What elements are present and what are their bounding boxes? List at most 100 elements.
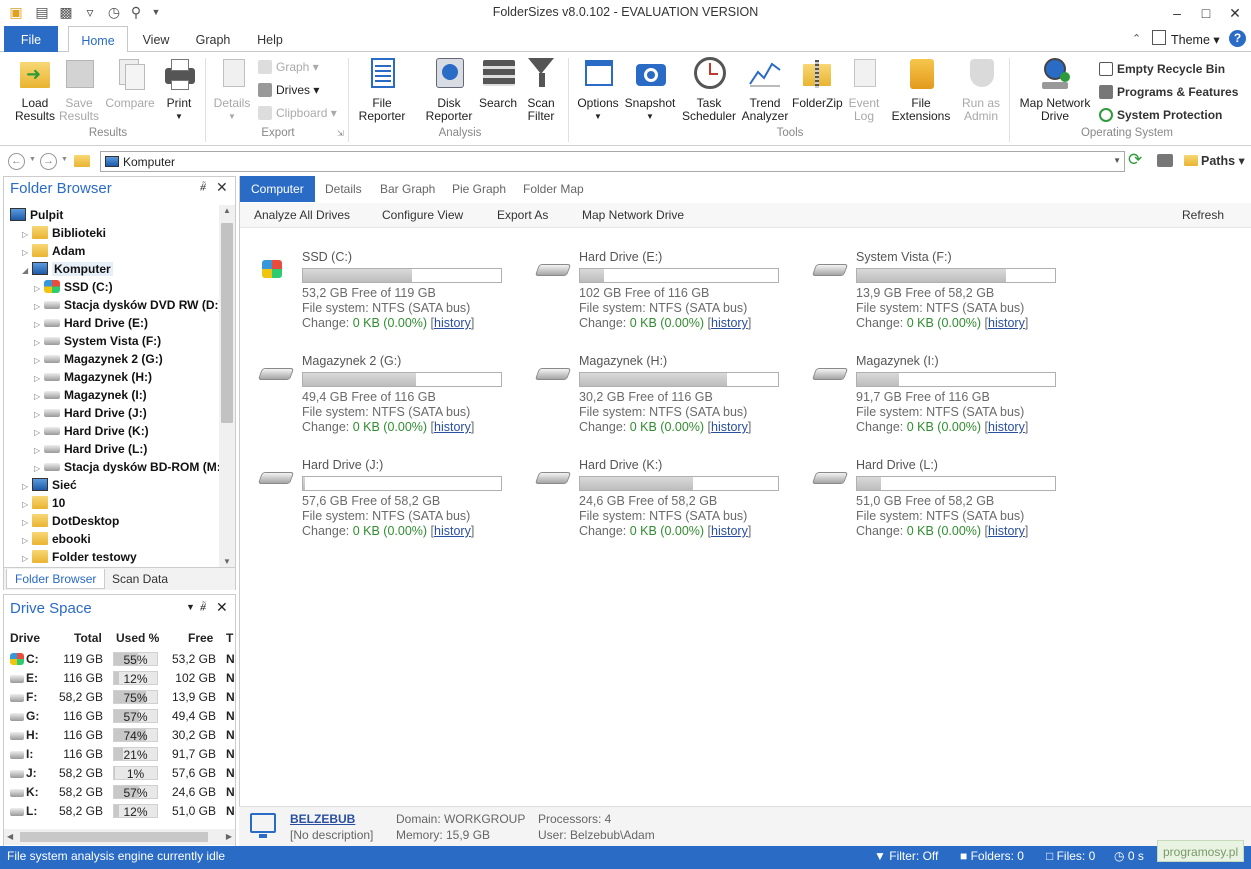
graph-export-button[interactable]: Graph ▾ <box>258 58 319 76</box>
history-link[interactable]: history <box>988 524 1025 538</box>
programs-features-button[interactable]: Programs & Features <box>1099 83 1238 101</box>
tree-item[interactable]: Pulpit <box>10 206 63 224</box>
maximize-button[interactable]: □ <box>1195 3 1217 23</box>
drive-card[interactable]: Magazynek (I:) 91,7 GB Free of 116 GB File… <box>811 354 1116 444</box>
scroll-left-icon[interactable]: ◀ <box>7 832 13 841</box>
panel-close-icon[interactable]: ✕ <box>216 599 228 616</box>
drive-space-row[interactable]: F: 58,2 GB 75% 13,9 GB N <box>8 688 235 706</box>
disk-reporter-button[interactable]: Disk Reporter <box>418 56 480 123</box>
expand-arrow-icon[interactable]: ◢ <box>22 262 32 280</box>
options-button[interactable]: Options ▼ <box>572 56 624 123</box>
file-reporter-button[interactable]: File Reporter <box>352 56 412 123</box>
tree-scrollbar[interactable]: ▲ ▼ <box>219 205 235 567</box>
tree-item[interactable]: ▷ 10 <box>22 494 65 512</box>
col-free[interactable]: Free <box>188 629 213 647</box>
run-as-admin-button[interactable]: Run as Admin <box>958 56 1004 123</box>
tree-item[interactable]: ▷ Hard Drive (K:) <box>34 422 149 440</box>
col-type[interactable]: T <box>226 629 233 647</box>
tab-graph[interactable]: Graph <box>188 26 238 52</box>
computer-name-link[interactable]: BELZEBUB <box>290 812 355 826</box>
tree-item[interactable]: ▷ Hard Drive (J:) <box>34 404 147 422</box>
panel-close-icon[interactable]: ✕ <box>216 179 228 196</box>
tree-item[interactable]: ▷ Magazynek (H:) <box>34 368 152 386</box>
collapse-ribbon-icon[interactable]: ⌃ <box>1132 32 1141 45</box>
up-folder-icon[interactable] <box>74 155 90 167</box>
snapshot-button[interactable]: Snapshot ▼ <box>624 56 676 123</box>
clipboard-export-button[interactable]: Clipboard ▾ <box>258 104 337 122</box>
refresh-icon[interactable]: ⟳ <box>1128 150 1142 170</box>
help-icon[interactable]: ? <box>1229 30 1246 47</box>
drive-card[interactable]: Magazynek (H:) 30,2 GB Free of 116 GB File… <box>534 354 839 444</box>
tree-item[interactable]: ▷ Stacja dysków DVD RW (D:) <box>34 296 219 314</box>
tree-item[interactable]: ▷ System Vista (F:) <box>34 332 161 350</box>
tree-item[interactable]: ▷ Stacja dysków BD-ROM (M:) <box>34 458 219 476</box>
forward-button[interactable]: → <box>40 153 57 170</box>
col-drive[interactable]: Drive <box>10 629 40 647</box>
scan-filter-button[interactable]: Scan Filter <box>520 56 562 123</box>
tree-item[interactable]: ▷ Hard Drive (E:) <box>34 314 148 332</box>
tree-item[interactable]: ▷ ebooki <box>22 530 91 548</box>
file-extensions-button[interactable]: File Extensions <box>888 56 954 123</box>
address-input[interactable]: Komputer ▼ <box>100 151 1125 172</box>
console-icon[interactable] <box>1157 154 1173 167</box>
tree-item[interactable]: ▷ Magazynek (I:) <box>34 386 147 404</box>
trend-analyzer-button[interactable]: Trend Analyzer <box>740 56 790 123</box>
tab-folder-map[interactable]: Folder Map <box>512 176 595 202</box>
back-button[interactable]: ← <box>8 153 25 170</box>
drive-name[interactable]: Magazynek (I:) <box>856 354 939 368</box>
export-launcher-icon[interactable]: ⇲ <box>337 129 344 138</box>
address-dropdown-icon[interactable]: ▼ <box>1113 156 1121 165</box>
tab-folder-browser[interactable]: Folder Browser <box>6 569 106 589</box>
tab-computer[interactable]: Computer <box>240 176 315 202</box>
pin-icon[interactable]: ⧤ <box>200 181 206 194</box>
tab-bar-graph[interactable]: Bar Graph <box>369 176 446 202</box>
drive-name[interactable]: Hard Drive (L:) <box>856 458 938 472</box>
forward-dropdown-icon[interactable]: ▼ <box>61 156 68 163</box>
scrollbar-thumb[interactable] <box>221 223 233 423</box>
drive-name[interactable]: Magazynek 2 (G:) <box>302 354 401 368</box>
tab-file[interactable]: File <box>4 26 58 52</box>
history-link[interactable]: history <box>434 524 471 538</box>
tree-item[interactable]: ▷ DotDesktop <box>22 512 119 530</box>
drive-space-row[interactable]: K: 58,2 GB 57% 24,6 GB N <box>8 783 235 801</box>
tree-item[interactable]: ▷ Sieć <box>22 476 77 494</box>
drive-name[interactable]: Magazynek (H:) <box>579 354 667 368</box>
scrollbar-thumb[interactable] <box>20 832 208 842</box>
history-link[interactable]: history <box>434 316 471 330</box>
search-button[interactable]: Search <box>476 56 520 110</box>
back-dropdown-icon[interactable]: ▼ <box>29 156 36 163</box>
history-link[interactable]: history <box>988 316 1025 330</box>
drive-space-row[interactable]: L: 58,2 GB 12% 51,0 GB N <box>8 802 235 820</box>
drive-name[interactable]: Hard Drive (J:) <box>302 458 383 472</box>
tree-item[interactable]: ▷ SSD (C:) <box>34 278 113 296</box>
expand-arrow-icon[interactable]: ▷ <box>22 550 32 567</box>
drives-export-button[interactable]: Drives ▾ <box>258 81 319 99</box>
minimize-button[interactable]: – <box>1166 3 1188 23</box>
refresh-button[interactable]: Refresh <box>1182 208 1224 222</box>
tree-item[interactable]: ▷ Folder testowy <box>22 548 137 566</box>
drive-name[interactable]: SSD (C:) <box>302 250 352 264</box>
paths-menu[interactable]: Paths ▾ <box>1184 153 1245 168</box>
tab-home[interactable]: Home <box>68 26 128 53</box>
drive-card[interactable]: Hard Drive (L:) 51,0 GB Free of 58,2 GB Fi… <box>811 458 1116 548</box>
drive-name[interactable]: Hard Drive (K:) <box>579 458 662 472</box>
empty-recycle-bin-button[interactable]: Empty Recycle Bin <box>1099 60 1225 78</box>
details-button[interactable]: Details ▼ <box>210 56 254 123</box>
filter-status[interactable]: ▼ Filter: Off <box>874 849 938 863</box>
horizontal-scrollbar[interactable]: ◀ ▶ <box>4 829 235 845</box>
tab-pie-graph[interactable]: Pie Graph <box>441 176 517 202</box>
history-link[interactable]: history <box>711 420 748 434</box>
history-link[interactable]: history <box>988 420 1025 434</box>
load-results-button[interactable]: ➜ Load Results <box>12 56 58 123</box>
save-results-button[interactable]: Save Results <box>56 56 102 123</box>
tree-item[interactable]: ▷ Hard Drive (L:) <box>34 440 147 458</box>
drive-name[interactable]: System Vista (F:) <box>856 250 952 264</box>
tab-view[interactable]: View <box>134 26 178 52</box>
map-network-drive-button[interactable]: Map Network Drive <box>1014 56 1096 123</box>
drive-space-row[interactable]: I: 116 GB 21% 91,7 GB N <box>8 745 235 763</box>
drive-name[interactable]: Hard Drive (E:) <box>579 250 662 264</box>
scroll-down-icon[interactable]: ▼ <box>223 557 231 566</box>
drive-space-row[interactable]: C: 119 GB 55% 53,2 GB N <box>8 650 235 668</box>
task-scheduler-button[interactable]: Task Scheduler <box>678 56 740 123</box>
print-button[interactable]: Print ▼ <box>158 56 200 123</box>
